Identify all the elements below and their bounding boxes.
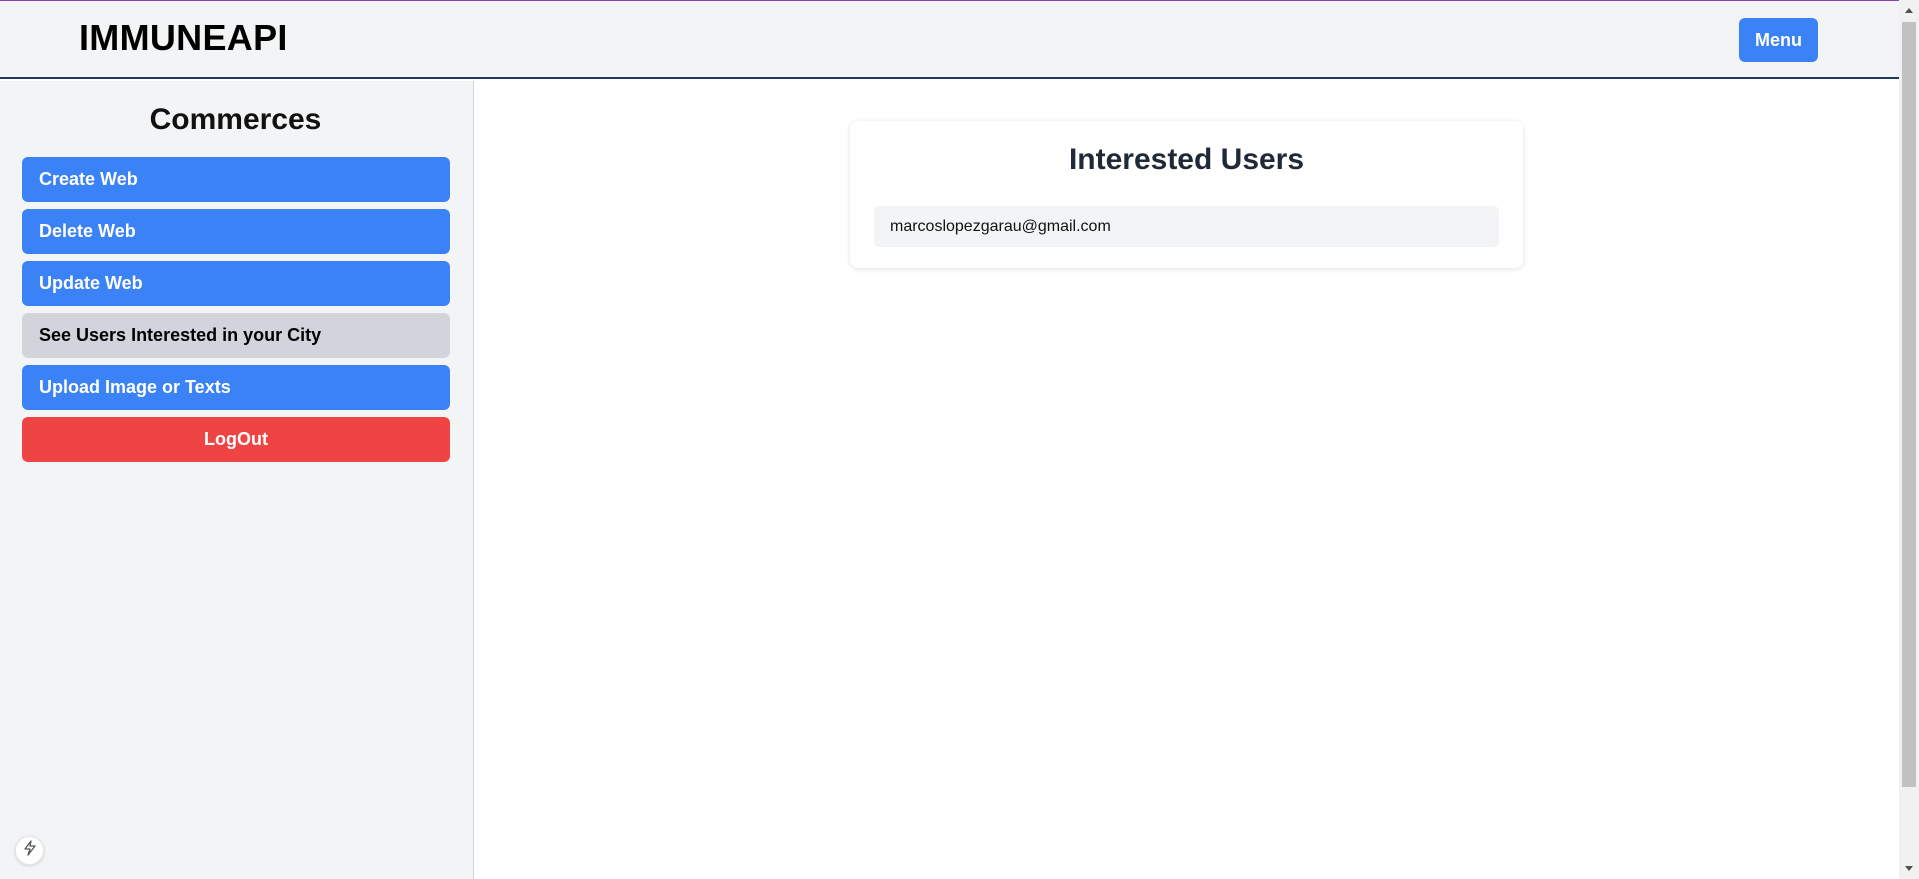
sidebar-title: Commerces — [149, 103, 322, 136]
card-title: Interested Users — [1068, 143, 1305, 176]
update-web-button[interactable]: Update Web — [22, 261, 450, 306]
dev-tools-button[interactable] — [15, 836, 44, 865]
create-web-button[interactable]: Create Web — [22, 157, 450, 202]
scroll-down-arrow-icon[interactable] — [1899, 861, 1919, 877]
scroll-up-arrow-icon[interactable] — [1899, 2, 1919, 18]
delete-web-button[interactable]: Delete Web — [22, 209, 450, 254]
upload-image-or-texts-button[interactable]: Upload Image or Texts — [22, 365, 450, 410]
main-content: Interested Users marcoslopezgarau@gmail.… — [475, 81, 1899, 879]
top-navbar: IMMUNEAPI Menu — [0, 1, 1899, 79]
menu-button[interactable]: Menu — [1739, 18, 1818, 62]
logout-button[interactable]: LogOut — [22, 417, 450, 462]
sidebar: Commerces Create Web Delete Web Update W… — [0, 81, 474, 879]
see-interested-users-button[interactable]: See Users Interested in your City — [22, 313, 450, 358]
scrollbar-thumb[interactable] — [1902, 22, 1916, 787]
brand-logo[interactable]: IMMUNEAPI — [79, 17, 288, 59]
interested-users-card: Interested Users marcoslopezgarau@gmail.… — [850, 121, 1523, 268]
vertical-scrollbar[interactable] — [1899, 0, 1919, 879]
user-email-row: marcoslopezgarau@gmail.com — [874, 206, 1499, 247]
lightning-bolt-icon — [23, 840, 37, 861]
